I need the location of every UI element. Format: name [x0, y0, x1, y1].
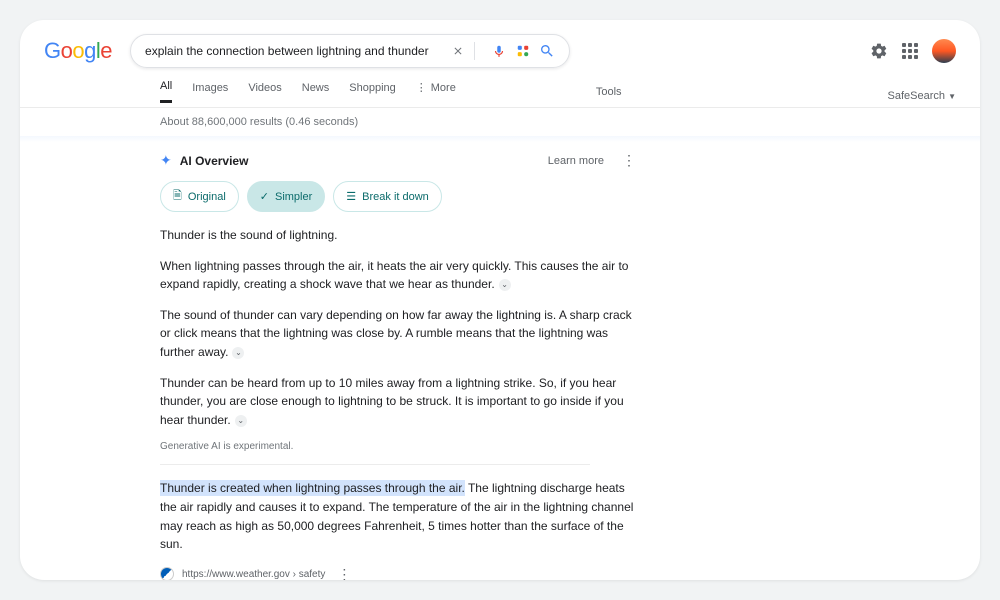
tab-shopping[interactable]: Shopping [349, 82, 396, 102]
check-icon: ✓ [260, 190, 269, 203]
mic-icon[interactable] [491, 43, 507, 59]
mode-chips: 🗎Original ✓Simpler ☰Break it down [160, 181, 636, 212]
ai-disclaimer: Generative AI is experimental. [160, 441, 636, 452]
expand-icon[interactable]: ⌄ [232, 347, 244, 359]
clear-icon[interactable] [450, 43, 466, 59]
google-logo[interactable]: Google [44, 38, 112, 64]
document-icon: 🗎 [173, 187, 182, 206]
more-options-icon[interactable]: ⋮ [622, 152, 636, 169]
tab-videos[interactable]: Videos [248, 82, 281, 102]
settings-icon[interactable] [870, 42, 888, 60]
apps-icon[interactable] [902, 43, 918, 59]
search-bar[interactable] [130, 34, 570, 68]
ai-answer: Thunder is the sound of lightning. When … [160, 226, 636, 554]
avatar[interactable] [932, 39, 956, 63]
ai-overview-title: AI Overview [180, 154, 249, 168]
ai-paragraph: When lightning passes through the air, i… [160, 257, 636, 294]
tab-more[interactable]: ⋮More [416, 81, 456, 102]
tools-button[interactable]: Tools [596, 86, 622, 98]
result-options-icon[interactable]: ⋮ [337, 566, 351, 580]
ai-paragraph: The sound of thunder can vary depending … [160, 306, 636, 362]
ai-paragraph: Thunder can be heard from up to 10 miles… [160, 374, 636, 430]
tab-news[interactable]: News [302, 82, 330, 102]
noaa-favicon-icon [160, 567, 174, 580]
search-tabs: All Images Videos News Shopping ⋮More To… [20, 76, 980, 108]
result-stats: About 88,600,000 results (0.46 seconds) [20, 108, 980, 136]
lens-icon[interactable] [515, 43, 531, 59]
expand-icon[interactable]: ⌄ [235, 415, 247, 427]
expand-icon[interactable]: ⌄ [499, 279, 511, 291]
browser-window: Google All Images Videos News Shopping ⋮… [20, 20, 980, 580]
ai-paragraph: Thunder is the sound of lightning. [160, 226, 636, 245]
search-icon[interactable] [539, 43, 555, 59]
highlighted-text: Thunder is created when lightning passes… [160, 480, 465, 496]
header: Google [20, 20, 980, 76]
tab-images[interactable]: Images [192, 82, 228, 102]
chip-simpler[interactable]: ✓Simpler [247, 181, 326, 212]
safesearch-toggle[interactable]: SafeSearch ▼ [888, 90, 956, 102]
chip-break-it-down[interactable]: ☰Break it down [333, 181, 442, 212]
tab-all[interactable]: All [160, 80, 172, 103]
list-icon: ☰ [346, 190, 356, 203]
sparkle-icon: ✦ [160, 152, 172, 169]
chip-original[interactable]: 🗎Original [160, 181, 239, 212]
result-source: https://www.weather.gov › safety ⋮ [160, 566, 636, 580]
learn-more-link[interactable]: Learn more [548, 155, 604, 167]
result-url[interactable]: https://www.weather.gov › safety [182, 569, 325, 580]
featured-snippet: Thunder is created when lightning passes… [160, 479, 636, 553]
search-input[interactable] [145, 44, 442, 58]
